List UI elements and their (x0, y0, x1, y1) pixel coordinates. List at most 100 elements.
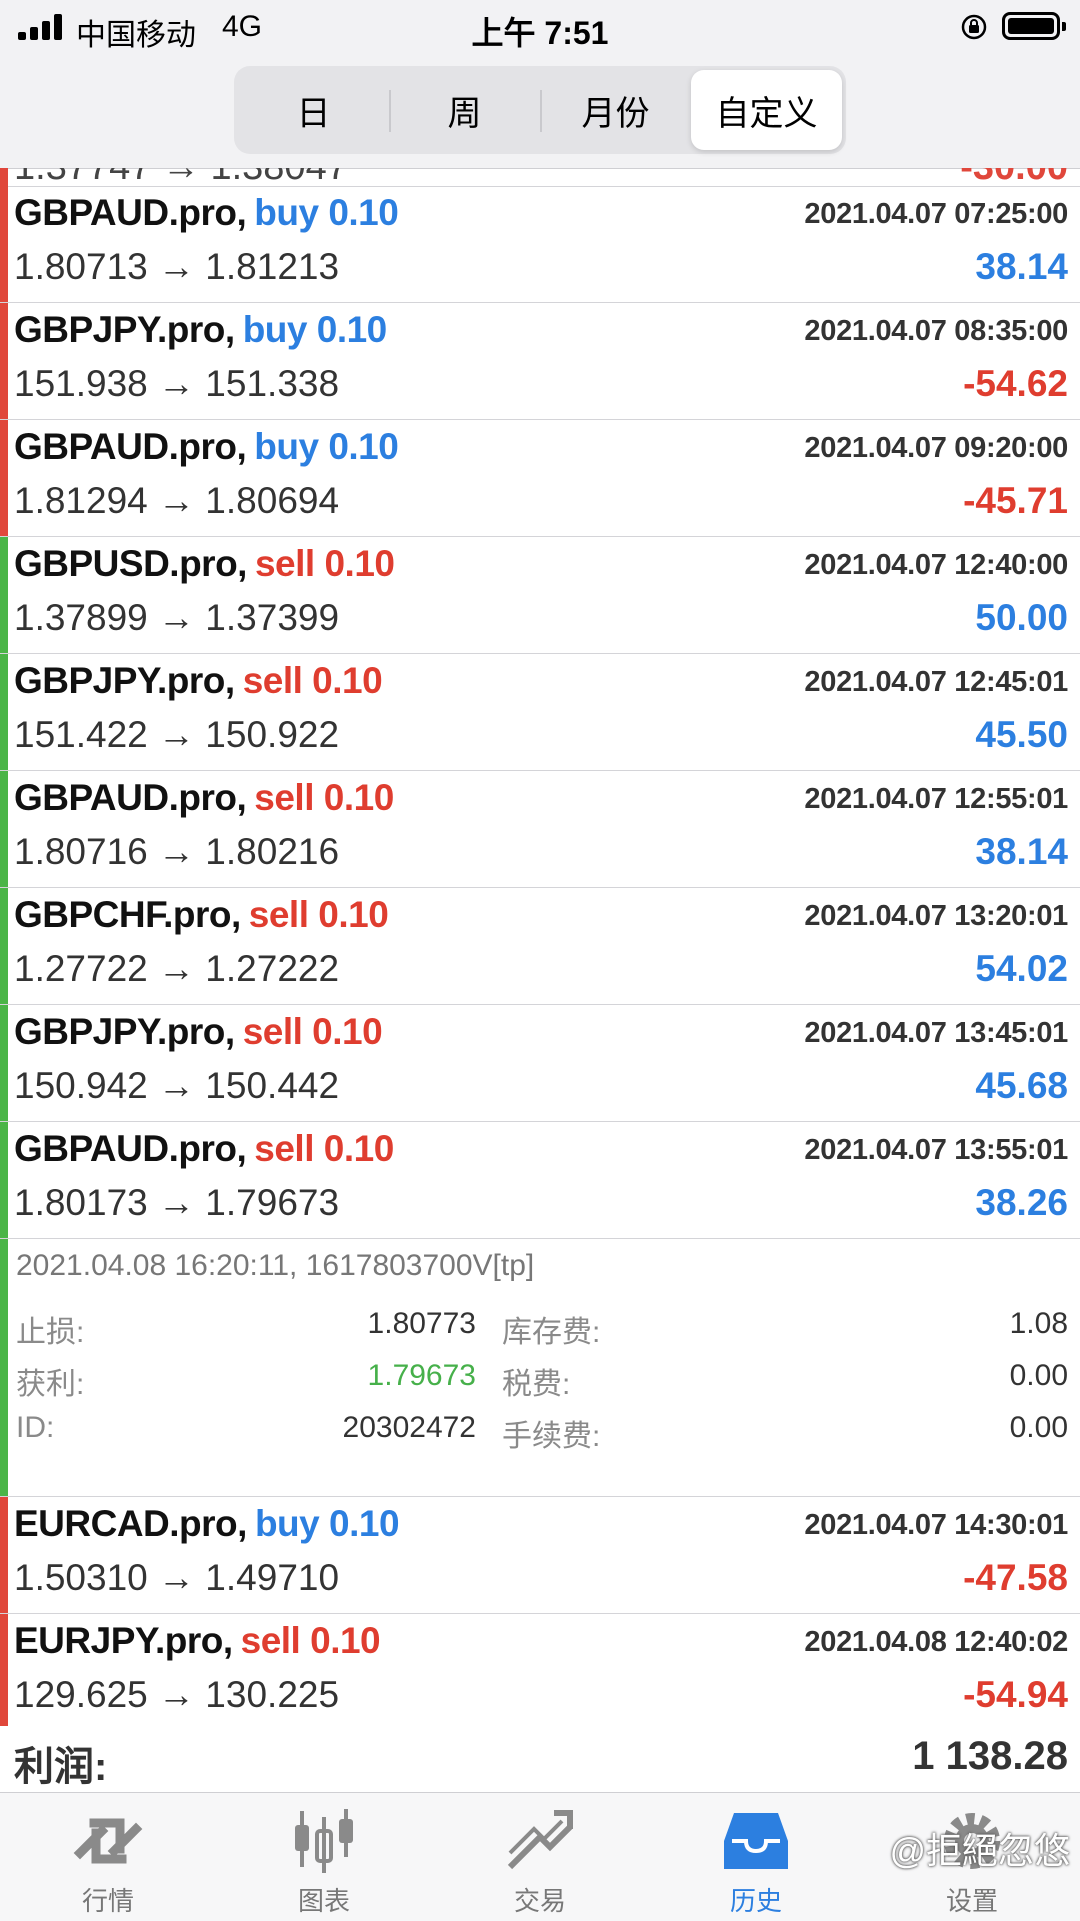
trade-row[interactable]: EURJPY.pro, sell 0.10 2021.04.08 12:40:02 1… (0, 1614, 1080, 1731)
trade-row[interactable]: GBPJPY.pro, sell 0.10 2021.04.07 13:45:01 1… (0, 1005, 1080, 1122)
trade-title: GBPAUD.pro, sell 0.10 (14, 777, 394, 819)
swap-label: 库存费: (502, 1316, 601, 1349)
trade-title: GBPCHF.pro, sell 0.10 (14, 894, 389, 936)
trade-title: EURJPY.pro, sell 0.10 (14, 1620, 381, 1662)
trade-status-bar (0, 303, 8, 419)
trade-profit: 45.50 (975, 714, 1068, 755)
trade-status-bar (0, 186, 8, 302)
tab-label: 行情 (81, 1886, 134, 1916)
trade-row[interactable]: GBPCHF.pro, sell 0.10 2021.04.07 13:20:01 1… (0, 888, 1080, 1005)
trade-profit: -30.00 (960, 168, 1068, 186)
trade-status-bar (0, 654, 8, 770)
trade-symbol: GBPJPY.pro, (14, 309, 235, 350)
trade-side: buy 0.10 (242, 309, 388, 350)
tab-label: 图表 (297, 1886, 350, 1916)
trade-row[interactable]: GBPJPY.pro, buy 0.10 2021.04.07 08:35:00 15… (0, 303, 1080, 420)
trade-row-partial[interactable]: 1.37747 → 1.38047 -30.00 (0, 168, 1080, 187)
trade-side: buy 0.10 (254, 192, 399, 233)
chart-candles-icon (295, 1809, 353, 1873)
trade-side: sell 0.10 (242, 660, 383, 701)
tab-day[interactable]: 日 (238, 70, 389, 150)
trade-row[interactable]: GBPUSD.pro, sell 0.10 2021.04.07 12:40:00 1… (0, 537, 1080, 654)
trade-row[interactable]: EURCAD.pro, buy 0.10 2021.04.07 14:30:01 1.… (0, 1497, 1080, 1614)
trade-time: 2021.04.07 13:55:01 (804, 1134, 1068, 1166)
trade-time: 2021.04.07 13:20:01 (804, 900, 1068, 932)
trade-status-bar (0, 771, 8, 887)
trade-profit: -47.58 (963, 1557, 1068, 1598)
trade-title: EURCAD.pro, buy 0.10 (14, 1503, 400, 1545)
trade-status-bar (0, 1005, 8, 1121)
trade-price: 1.80716 → 1.80216 (14, 831, 340, 872)
trade-price: 151.422 → 150.922 (14, 714, 340, 755)
trade-profit: 38.14 (975, 831, 1068, 872)
battery-icon (1002, 12, 1066, 40)
history-inbox-icon (724, 1813, 788, 1869)
tab-label: 设置 (945, 1886, 998, 1916)
tab-custom[interactable]: 自定义 (691, 70, 842, 150)
header: 日 周 月份 自定义 (0, 56, 1080, 169)
quotes-icon (73, 1818, 143, 1864)
trade-title: GBPAUD.pro, buy 0.10 (14, 192, 399, 234)
tab-week[interactable]: 周 (389, 70, 540, 150)
trade-profit: 54.02 (975, 948, 1068, 989)
close-time-and-comment: 2021.04.08 16:20:11, 1617803700V[tp] (16, 1249, 535, 1282)
trade-row[interactable]: GBPAUD.pro, sell 0.10 2021.04.07 12:55:01 1… (0, 771, 1080, 888)
trade-title: GBPJPY.pro, sell 0.10 (14, 660, 383, 702)
trade-symbol: GBPAUD.pro, (14, 426, 247, 467)
status-bar: 中国移动 4G 上午 7:51 (0, 0, 1080, 56)
trade-price: 1.37747 → 1.38047 (14, 168, 348, 186)
period-segmented-control: 日 周 月份 自定义 (234, 66, 846, 154)
trade-profit: 45.68 (975, 1065, 1068, 1106)
tax-value: 0.00 (1009, 1359, 1068, 1392)
trade-price: 150.942 → 150.442 (14, 1065, 340, 1106)
trade-title: GBPAUD.pro, sell 0.10 (14, 1128, 394, 1170)
trade-details-panel: 2021.04.08 16:20:11, 1617803700V[tp] 止损:… (0, 1239, 1080, 1497)
commission-label: 手续费: (502, 1420, 601, 1453)
tab-month[interactable]: 月份 (540, 70, 691, 150)
trade-time: 2021.04.07 13:45:01 (804, 1017, 1068, 1049)
trade-profit: -54.62 (963, 363, 1068, 404)
trade-time: 2021.04.07 09:20:00 (804, 432, 1068, 464)
profit-total: 1 138.28 (912, 1734, 1068, 1778)
trade-profit: 38.26 (975, 1182, 1068, 1223)
trade-profit: -45.71 (963, 480, 1068, 521)
trade-time: 2021.04.07 07:25:00 (804, 198, 1068, 230)
trade-title: GBPUSD.pro, sell 0.10 (14, 543, 395, 585)
trade-side: sell 0.10 (254, 543, 395, 584)
trade-symbol: GBPAUD.pro, (14, 777, 247, 818)
tax-label: 税费: (502, 1368, 571, 1401)
trade-side: buy 0.10 (254, 1503, 400, 1544)
trade-price: 1.80173 → 1.79673 (14, 1182, 340, 1223)
trade-row[interactable]: GBPAUD.pro, buy 0.10 2021.04.07 07:25:00 1.… (0, 186, 1080, 303)
trade-side: sell 0.10 (240, 1620, 381, 1661)
trade-title: GBPJPY.pro, sell 0.10 (14, 1011, 383, 1053)
stop-loss-value: 1.80773 (367, 1307, 476, 1340)
take-profit-label: 获利: (16, 1368, 85, 1401)
trade-time: 2021.04.07 14:30:01 (804, 1509, 1068, 1541)
trade-row[interactable]: GBPAUD.pro, sell 0.10 2021.04.07 13:55:01 1… (0, 1122, 1080, 1239)
stop-loss-label: 止损: (16, 1316, 85, 1349)
commission-value: 0.00 (1009, 1411, 1068, 1444)
trade-symbol: GBPJPY.pro, (14, 660, 235, 701)
trade-symbol: GBPCHF.pro, (14, 894, 241, 935)
tab-label: 历史 (729, 1886, 782, 1916)
id-value: 20302472 (342, 1411, 476, 1444)
trade-row[interactable]: GBPAUD.pro, buy 0.10 2021.04.07 09:20:00 1.… (0, 420, 1080, 537)
trade-status-bar (0, 168, 8, 186)
clock: 上午 7:51 (471, 15, 609, 51)
trade-time: 2021.04.07 12:45:01 (804, 666, 1068, 698)
trade-time: 2021.04.07 08:35:00 (804, 315, 1068, 347)
trade-row[interactable]: GBPJPY.pro, sell 0.10 2021.04.07 12:45:01 1… (0, 654, 1080, 771)
trade-price: 151.938 → 151.338 (14, 363, 340, 404)
tab-chart[interactable]: 图表 (216, 1793, 432, 1921)
tab-history[interactable]: 历史 (648, 1793, 864, 1921)
tab-quotes[interactable]: 行情 (0, 1793, 216, 1921)
id-label: ID: (16, 1411, 55, 1444)
trade-price: 1.80713 → 1.81213 (14, 246, 340, 287)
profit-label: 利润: (14, 1745, 108, 1789)
tab-trade[interactable]: 交易 (432, 1793, 648, 1921)
trade-side: sell 0.10 (254, 1128, 394, 1169)
trade-status-bar (0, 1122, 8, 1238)
trade-profit: 50.00 (975, 597, 1068, 638)
trade-status-bar (0, 420, 8, 536)
